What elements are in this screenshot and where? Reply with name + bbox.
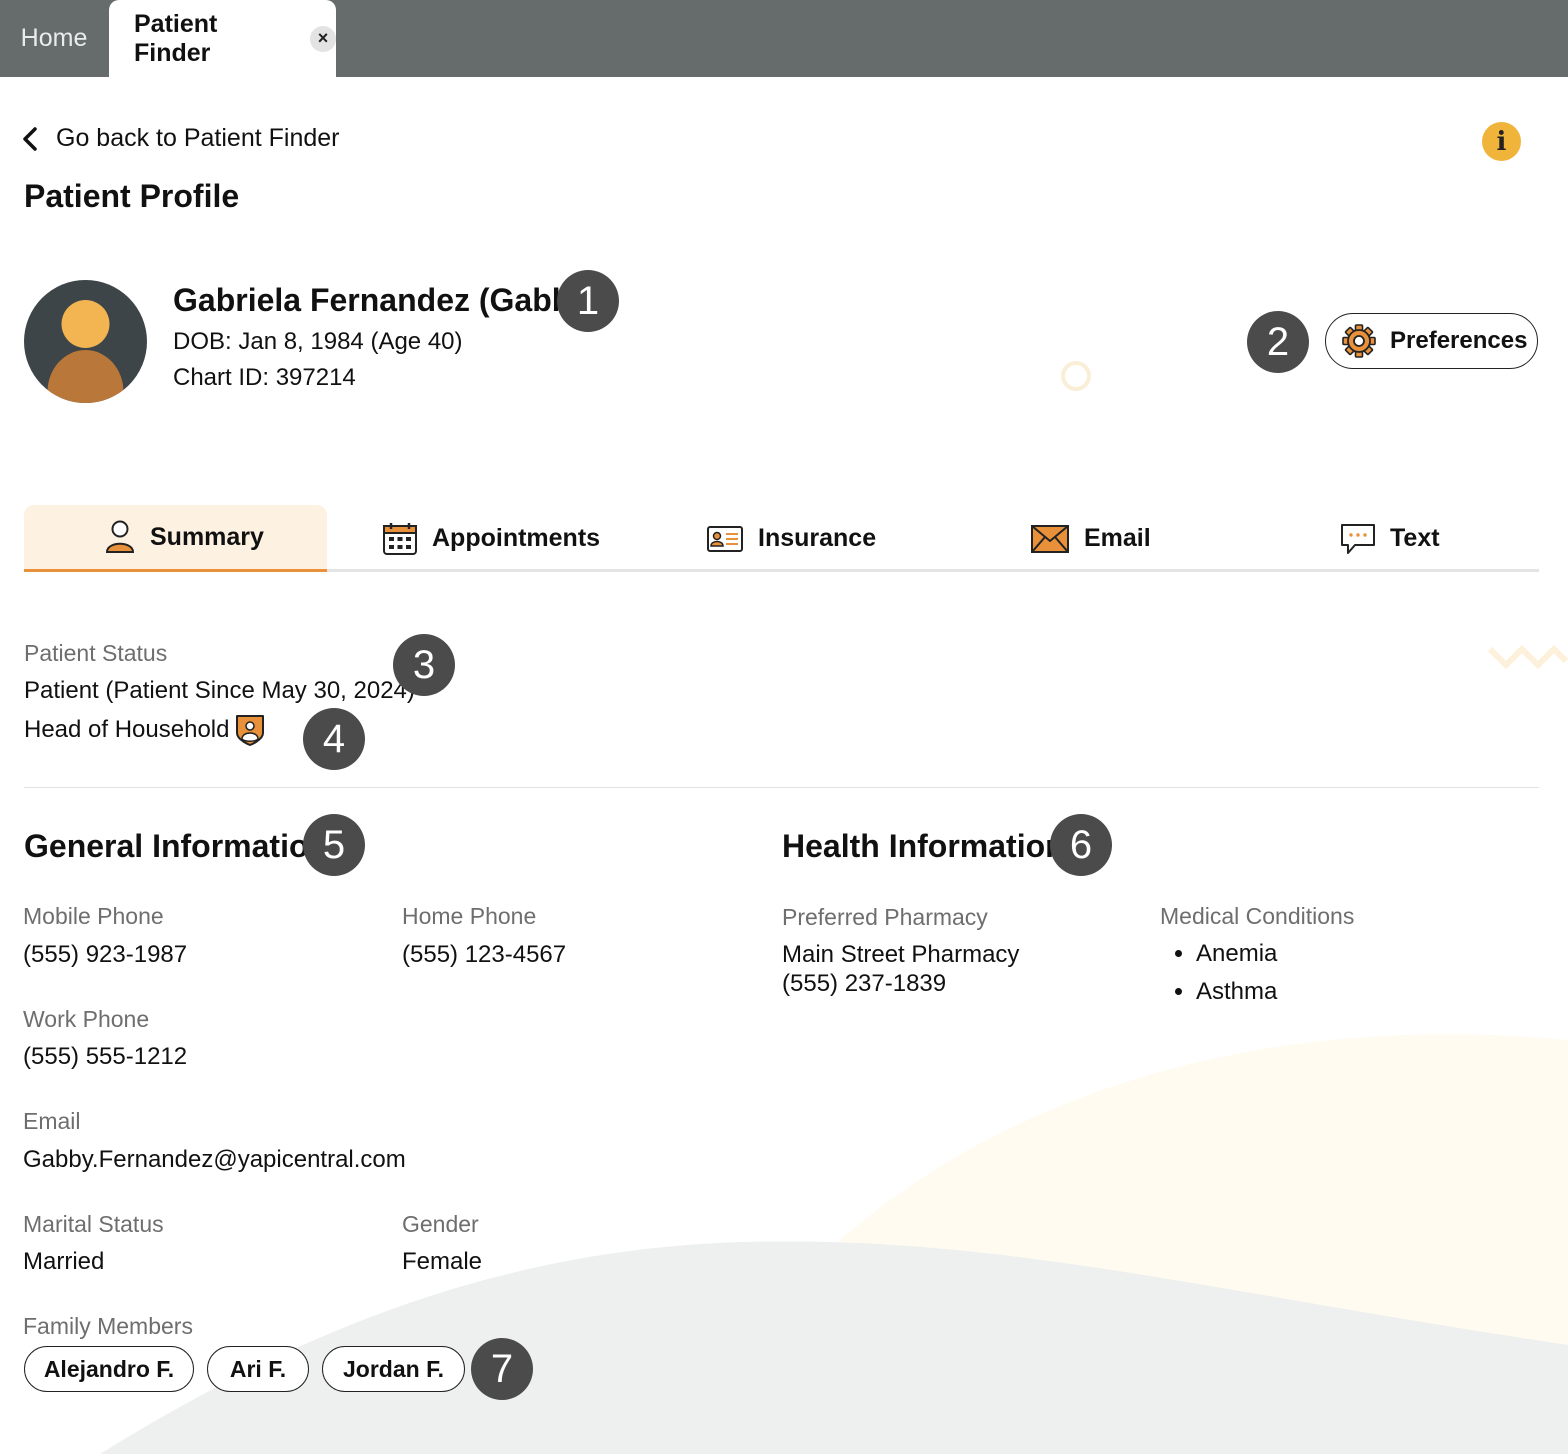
tab-patient-finder-label: Patient Finder (134, 9, 218, 67)
marital-status-label: Marital Status (23, 1211, 164, 1237)
callout-badge-1: 1 (557, 270, 619, 332)
envelope-icon (1031, 524, 1069, 553)
preferred-pharmacy-label: Preferred Pharmacy (782, 904, 988, 930)
household-shield-icon (236, 715, 264, 746)
mobile-phone-value: (555) 923-1987 (23, 941, 188, 968)
back-link-label: Go back to Patient Finder (56, 124, 340, 152)
tab-appointments-label: Appointments (432, 524, 601, 552)
gear-icon (1342, 324, 1376, 358)
work-phone-value: (555) 555-1212 (23, 1043, 188, 1070)
patient-dob: DOB: Jan 8, 1984 (Age 40) (173, 328, 463, 355)
tab-insurance-label: Insurance (758, 524, 877, 552)
patient-name: Gabriela Fernandez (Gabby) (173, 282, 600, 318)
condition-item: Asthma (1196, 976, 1277, 1014)
mobile-phone-label: Mobile Phone (23, 903, 164, 929)
back-to-patient-finder-link[interactable]: Go back to Patient Finder (22, 124, 339, 153)
family-member-chip-alejandro[interactable]: Alejandro F. (24, 1346, 194, 1392)
preferences-button[interactable]: Preferences (1325, 313, 1538, 369)
marital-status-value: Married (23, 1248, 105, 1275)
family-member-chip-ari[interactable]: Ari F. (207, 1346, 309, 1392)
tab-summary[interactable]: Summary (24, 505, 327, 572)
callout-badge-4: 4 (303, 708, 365, 770)
tab-email-label: Email (1084, 524, 1151, 552)
tab-insurance[interactable]: Insurance (706, 505, 876, 572)
chevron-left-icon (23, 126, 37, 151)
email-value: Gabby.Fernandez@yapicentral.com (23, 1146, 406, 1173)
avatar (24, 280, 147, 403)
health-information-title: Health Information (782, 828, 1065, 864)
head-of-household-label: Head of Household (24, 716, 230, 743)
family-members-label: Family Members (23, 1313, 193, 1339)
info-icon[interactable]: i (1482, 122, 1521, 161)
email-label: Email (23, 1108, 81, 1134)
gender-value: Female (402, 1248, 483, 1275)
page-title: Patient Profile (24, 178, 240, 214)
tab-summary-label: Summary (150, 522, 264, 551)
medical-conditions-label: Medical Conditions (1160, 903, 1355, 929)
patient-status-value: Patient (Patient Since May 30, 2024) (24, 677, 415, 704)
chat-bubble-icon (1341, 523, 1375, 554)
general-information-title: General Information (24, 828, 329, 864)
preferences-label: Preferences (1390, 327, 1528, 354)
patient-status-label: Patient Status (24, 640, 168, 666)
id-card-icon (707, 525, 743, 552)
tab-email[interactable]: Email (1030, 505, 1151, 572)
window-tab-bar: Home Patient Finder × (0, 0, 1568, 77)
callout-badge-5: 5 (303, 814, 365, 876)
tab-patient-finder[interactable]: Patient Finder × (109, 0, 336, 77)
decorative-zigzag (1488, 644, 1568, 670)
gender-label: Gender (402, 1211, 479, 1237)
home-phone-label: Home Phone (402, 903, 537, 929)
tab-appointments[interactable]: Appointments (382, 505, 600, 572)
callout-badge-3: 3 (393, 634, 455, 696)
callout-badge-6: 6 (1050, 814, 1112, 876)
decorative-ring (1061, 361, 1091, 391)
home-phone-value: (555) 123-4567 (402, 941, 567, 968)
medical-conditions-list: Anemia Asthma (1160, 938, 1277, 1014)
close-icon[interactable]: × (310, 25, 336, 52)
profile-tabs: Summary Appointments Insurance Email Tex… (24, 505, 1539, 572)
tab-text[interactable]: Text (1340, 505, 1440, 572)
calendar-icon (383, 522, 417, 555)
tab-home[interactable]: Home (0, 0, 108, 77)
family-member-chip-jordan[interactable]: Jordan F. (322, 1346, 465, 1392)
callout-badge-2: 2 (1247, 311, 1309, 373)
callout-badge-7: 7 (471, 1338, 533, 1400)
work-phone-label: Work Phone (23, 1006, 150, 1032)
pharmacy-phone: (555) 237-1839 (782, 970, 947, 997)
condition-item: Anemia (1196, 938, 1277, 976)
patient-chart-id: Chart ID: 397214 (173, 364, 356, 391)
tab-text-label: Text (1390, 524, 1440, 552)
person-icon (105, 520, 135, 553)
section-divider (24, 787, 1539, 788)
tab-home-label: Home (20, 24, 88, 52)
pharmacy-name: Main Street Pharmacy (782, 941, 1020, 968)
